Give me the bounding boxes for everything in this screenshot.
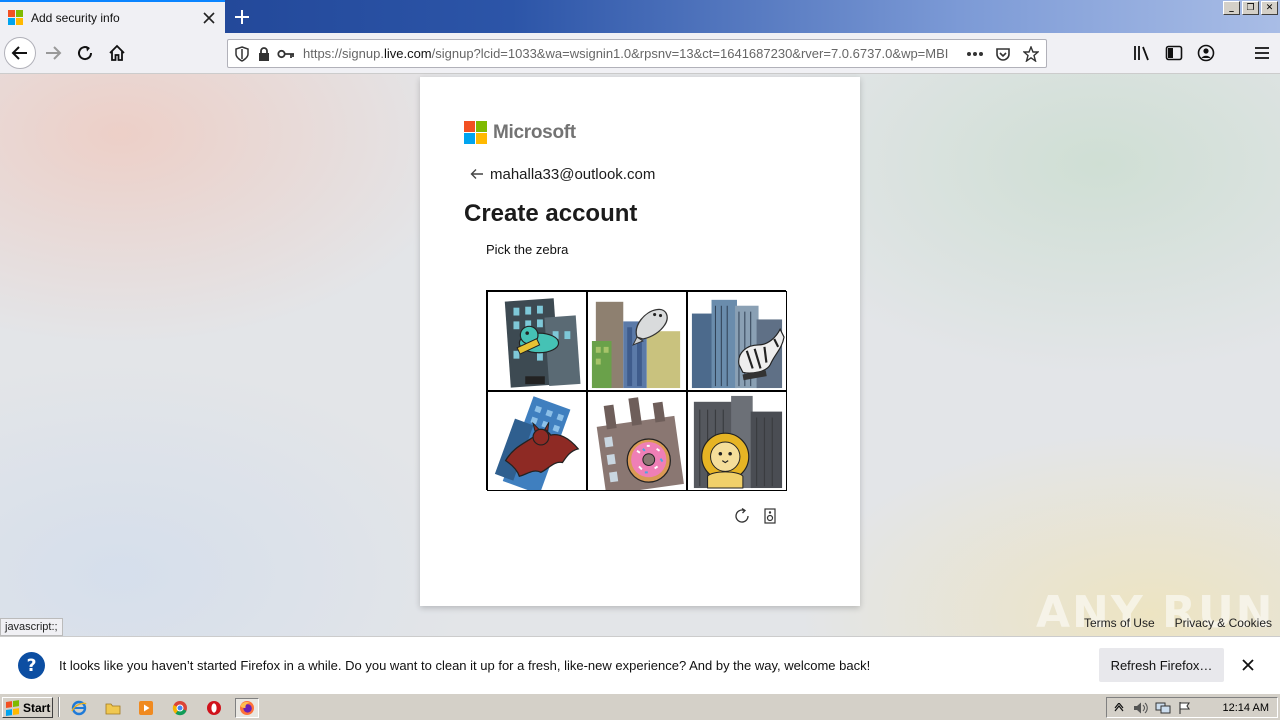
- tracking-shield-icon[interactable]: [231, 43, 253, 65]
- dinosaur-icon: [504, 298, 581, 388]
- reload-button[interactable]: [70, 38, 100, 68]
- captcha-tile-dinosaur[interactable]: [487, 291, 587, 391]
- url-text[interactable]: https://signup.live.com/signup?lcid=1033…: [303, 46, 953, 61]
- page-content: Microsoft mahalla33@outlook.com Create a…: [0, 74, 1280, 638]
- captcha-actions: [732, 506, 780, 526]
- tab-add-security-info[interactable]: Add security info: [0, 0, 225, 33]
- notification-text: It looks like you haven’t started Firefo…: [59, 658, 871, 673]
- footer-links: Terms of Use Privacy & Cookies: [1084, 616, 1272, 630]
- new-tab-button[interactable]: [228, 3, 256, 31]
- show-hidden-icons-icon[interactable]: [1111, 700, 1127, 716]
- microsoft-squares-icon: [464, 121, 487, 144]
- internet-explorer-icon[interactable]: [67, 698, 91, 718]
- restore-button[interactable]: ❐: [1242, 1, 1259, 15]
- pocket-icon[interactable]: [992, 43, 1014, 65]
- url-prefix: https://signup.: [303, 46, 384, 61]
- firefox-taskbar-button[interactable]: [235, 698, 259, 718]
- privacy-cookies-link[interactable]: Privacy & Cookies: [1175, 616, 1272, 630]
- microsoft-favicon-icon: [8, 9, 24, 26]
- navigation-toolbar: https://signup.live.com/signup?lcid=1033…: [0, 33, 1280, 74]
- captcha-prompt: Pick the zebra: [486, 242, 569, 257]
- tab-title: Add security info: [31, 10, 120, 25]
- hamburger-menu-icon[interactable]: [1250, 39, 1274, 67]
- url-bar[interactable]: https://signup.live.com/signup?lcid=1033…: [227, 39, 1047, 68]
- system-tray: 12:14 AM: [1106, 697, 1278, 718]
- minimize-button[interactable]: _: [1223, 1, 1240, 15]
- windows-flag-icon: [6, 699, 20, 716]
- media-player-icon[interactable]: [134, 698, 158, 718]
- microsoft-logo: Microsoft: [464, 121, 576, 144]
- status-url-tooltip: javascript:;: [0, 618, 63, 636]
- key-icon[interactable]: [275, 43, 297, 65]
- identity-email: mahalla33@outlook.com: [490, 165, 656, 183]
- lock-icon[interactable]: [253, 43, 275, 65]
- library-icon[interactable]: [1130, 39, 1154, 67]
- tab-close-icon[interactable]: [197, 6, 221, 30]
- home-button[interactable]: [102, 38, 132, 68]
- bookmark-star-icon[interactable]: [1020, 43, 1042, 65]
- action-center-flag-icon[interactable]: [1177, 700, 1193, 716]
- forward-button[interactable]: [38, 38, 68, 68]
- question-icon: ?: [18, 652, 45, 679]
- captcha-tile-zebra[interactable]: [687, 291, 787, 391]
- donut-icon: [596, 397, 684, 490]
- identity-back-arrow-icon[interactable]: [468, 165, 486, 183]
- signup-card: Microsoft mahalla33@outlook.com Create a…: [420, 77, 860, 606]
- anyrun-watermark: ANY RUN: [1036, 587, 1275, 638]
- chrome-icon[interactable]: [168, 698, 192, 718]
- page-actions-icon[interactable]: [964, 43, 986, 65]
- captcha-grid: [486, 290, 787, 491]
- notification-close-icon[interactable]: [1238, 655, 1258, 675]
- windows-taskbar: Start 12:14 AM: [0, 693, 1280, 720]
- taskbar-clock[interactable]: 12:14 AM: [1223, 702, 1269, 714]
- captcha-tile-seal[interactable]: [587, 291, 687, 391]
- identity-banner: mahalla33@outlook.com: [468, 165, 655, 183]
- captcha-tile-lion[interactable]: [687, 391, 787, 491]
- sidebar-icon[interactable]: [1162, 39, 1186, 67]
- volume-icon[interactable]: [1133, 700, 1149, 716]
- start-button[interactable]: Start: [2, 697, 53, 718]
- url-domain: live.com: [383, 46, 432, 61]
- back-button[interactable]: [4, 37, 36, 69]
- toolbar-right: [1130, 39, 1274, 67]
- brand-name: Microsoft: [493, 121, 576, 143]
- tab-bar: Add security info _ ❐ ✕: [0, 0, 1280, 33]
- lion-icon: [693, 395, 783, 489]
- url-actions: [964, 43, 1042, 65]
- captcha-tile-bat[interactable]: [487, 391, 587, 491]
- network-icon[interactable]: [1155, 700, 1171, 716]
- account-icon[interactable]: [1194, 39, 1218, 67]
- refresh-firefox-button[interactable]: Refresh Firefox…: [1099, 648, 1224, 682]
- close-window-button[interactable]: ✕: [1261, 1, 1278, 15]
- page-title: Create account: [464, 200, 638, 227]
- audio-challenge-icon[interactable]: [760, 506, 780, 526]
- plus-icon: [235, 10, 249, 24]
- start-label: Start: [23, 700, 51, 715]
- arrow-left-icon: [11, 46, 27, 60]
- captcha-tile-donut[interactable]: [587, 391, 687, 491]
- refresh-firefox-notification: ? It looks like you haven’t started Fire…: [0, 636, 1280, 693]
- seal-icon: [591, 301, 681, 389]
- reload-icon: [78, 46, 93, 61]
- url-path: /signup?lcid=1033&wa=wsignin1.0&rpsnv=13…: [431, 46, 949, 61]
- taskbar-separator: [58, 697, 60, 717]
- toolbar-separator: [1226, 39, 1242, 67]
- terms-of-use-link[interactable]: Terms of Use: [1084, 616, 1155, 630]
- window-controls: _ ❐ ✕: [1223, 1, 1278, 15]
- opera-icon[interactable]: [202, 698, 226, 718]
- file-explorer-icon[interactable]: [101, 698, 125, 718]
- zebra-icon: [691, 299, 785, 389]
- arrow-right-icon: [46, 46, 62, 60]
- bat-icon: [494, 396, 580, 490]
- home-icon: [109, 44, 125, 61]
- new-challenge-refresh-icon[interactable]: [732, 506, 752, 526]
